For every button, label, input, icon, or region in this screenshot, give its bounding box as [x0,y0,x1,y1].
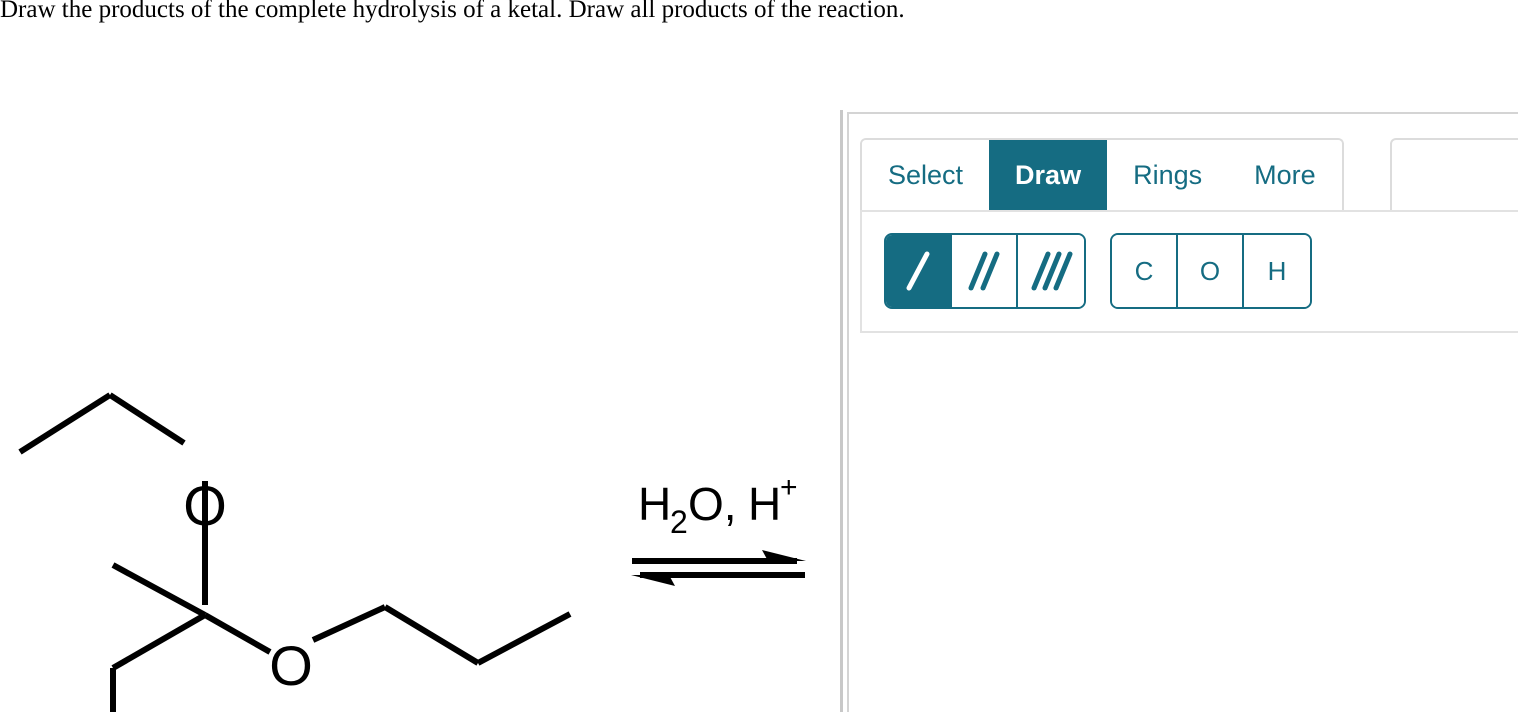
panel-divider [840,110,843,712]
bond-propyl-2 [476,611,572,666]
question-prompt: Draw the products of the complete hydrol… [0,0,905,23]
equilibrium-arrow [631,550,806,586]
reaction-scheme: O O H H 2 O, H + [0,60,840,712]
bond-ethyl-terminal [18,392,112,455]
svg-text:H: H [748,478,781,530]
app-root: Draw the products of the complete hydrol… [0,0,1518,712]
tab-select[interactable]: Select [862,140,990,210]
editor-tab-group-secondary[interactable] [1389,138,1518,210]
triple-bond-icon [1031,251,1073,291]
bond-propyl-1 [383,604,480,666]
tab-draw[interactable]: Draw [989,140,1108,210]
svg-text:+: + [780,471,798,504]
svg-text:H: H [638,478,671,530]
bond-c-to-oxygen-bottom [203,612,272,655]
reaction-scheme-svg: O O H H 2 O, H + [18,392,808,712]
editor-tabs: Select Draw Rings More [860,138,1518,210]
editor-toolbar: C O H [860,210,1518,333]
atom-button-oxygen[interactable]: O [1178,235,1244,307]
atom-button-carbon[interactable]: C [1112,235,1178,307]
reaction-conditions-group: H 2 O, H + [632,471,808,540]
double-bond-button[interactable] [952,235,1018,307]
bond-ethyl-branch-1 [111,612,207,671]
oxygen-label-bottom: O [269,634,313,697]
tool-strip: C O H [884,233,1312,309]
atom-button-hydrogen[interactable]: H [1244,235,1310,307]
drawing-canvas[interactable] [860,339,1518,712]
bond-methyl [111,562,207,618]
triple-bond-button[interactable] [1018,235,1084,307]
editor-tab-group: Select Draw Rings More [860,138,1344,210]
bond-tool-group [884,233,1086,309]
atom-tool-group: C O H [1110,233,1312,309]
double-bond-icon [968,251,1000,291]
single-bond-icon [906,251,930,291]
svg-text:2: 2 [670,504,688,540]
svg-text:O,: O, [688,478,737,530]
bond-ethyl-to-oxygen [108,392,186,446]
tab-rings[interactable]: Rings [1107,140,1229,210]
oxygen-label-top: O [183,474,227,537]
tab-more[interactable]: More [1228,140,1342,210]
single-bond-button[interactable] [886,235,952,307]
bond-oxygen-bottom-to-propyl [311,604,387,643]
molecule-editor-panel: Select Draw Rings More C O H [847,112,1518,712]
